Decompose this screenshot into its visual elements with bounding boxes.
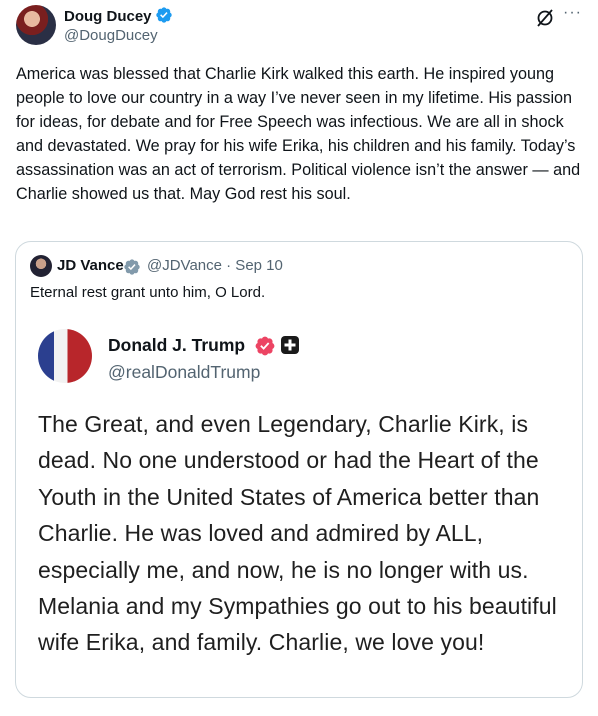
- embedded-author-name: Donald J. Trump: [108, 335, 246, 355]
- plus-icon: [280, 335, 300, 362]
- quoted-text: Eternal rest grant unto him, O Lord.: [30, 284, 266, 301]
- quoted-tweet[interactable]: JD Vance @JDVance · Sep 10 Eternal rest …: [15, 241, 583, 698]
- main-avatar[interactable]: [16, 5, 56, 45]
- more-icon[interactable]: ···: [563, 4, 582, 22]
- verified-icon: [123, 258, 141, 281]
- embedded-author-handle: @realDonaldTrump: [108, 362, 261, 382]
- quoted-avatar: [30, 255, 52, 277]
- grok-icon[interactable]: [535, 8, 555, 33]
- truth-verified-icon: [254, 335, 276, 362]
- verified-icon: [155, 6, 173, 28]
- tweet-text: America was blessed that Charlie Kirk wa…: [16, 65, 581, 203]
- author-name[interactable]: Doug Ducey: [64, 8, 152, 25]
- embedded-avatar: [38, 329, 92, 383]
- author-handle[interactable]: @DougDucey: [64, 27, 158, 44]
- quoted-author-handle: @JDVance · Sep 10: [147, 257, 283, 274]
- embedded-post-text: The Great, and even Legendary, Charlie K…: [38, 411, 557, 656]
- quoted-author-name: JD Vance: [57, 257, 124, 274]
- embedded-post-image[interactable]: Donald J. Trump @realDonaldTrump The Gre…: [16, 314, 582, 697]
